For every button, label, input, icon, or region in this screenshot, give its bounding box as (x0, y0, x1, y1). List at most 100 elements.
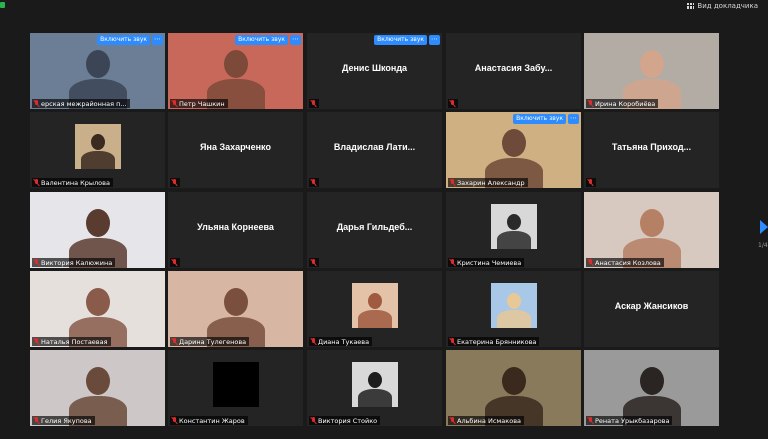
muted-microphone-icon (33, 338, 39, 345)
participant-avatar (74, 123, 121, 169)
participant-display-name: Яна Захарченко (200, 142, 271, 152)
participant-name-label: Валентина Крылова (41, 178, 110, 187)
participant-tile[interactable]: Виктория Калюжина (30, 192, 165, 268)
participant-video (30, 192, 165, 268)
participant-video (584, 33, 719, 109)
participant-nameplate: Дарина Тулегенова (170, 337, 250, 346)
person-silhouette (86, 50, 110, 78)
muted-microphone-icon (310, 417, 316, 424)
person-silhouette (224, 50, 248, 78)
muted-microphone-icon (310, 259, 316, 266)
security-shield-icon[interactable] (0, 2, 5, 8)
participant-name-label: Кристина Чемиева (457, 258, 522, 267)
next-page-arrow-icon[interactable] (760, 220, 768, 234)
participant-tile[interactable]: Яна Захарченко (168, 112, 303, 188)
participant-nameplate: Альбина Исмакова (448, 416, 525, 425)
participant-nameplate (448, 99, 458, 108)
participant-video (584, 192, 719, 268)
more-options-icon[interactable]: ⋯ (429, 35, 440, 45)
muted-microphone-icon (587, 259, 593, 266)
participant-tile[interactable]: Анастасия Козлова (584, 192, 719, 268)
participant-tile[interactable]: Анастасия Забу... (446, 33, 581, 109)
participant-display-name: Владислав Лати... (333, 142, 416, 152)
participant-nameplate (309, 178, 319, 187)
muted-microphone-icon (33, 179, 39, 186)
participant-display-name: Анастасия Забу... (474, 63, 553, 73)
muted-microphone-icon (449, 259, 455, 266)
participant-avatar (351, 282, 398, 328)
participant-name-label: Петр Чашкин (179, 99, 225, 108)
participant-name-label: Ирина Коробиёва (595, 99, 656, 108)
unmute-button[interactable]: Включить звук (374, 35, 427, 45)
muted-microphone-icon (587, 179, 593, 186)
person-silhouette (640, 367, 664, 395)
participant-nameplate: Рената Урыкбазарова (586, 416, 673, 425)
participant-video (30, 271, 165, 347)
participant-tile[interactable]: Кристина Чемиева (446, 192, 581, 268)
participant-video (446, 350, 581, 426)
participant-display-name: Татьяна Приход... (611, 142, 692, 152)
participant-tile[interactable]: Диана Тукаева (307, 271, 442, 347)
participant-tile[interactable]: Наталья Постаевая (30, 271, 165, 347)
participant-nameplate: Виктория Стойко (309, 416, 381, 425)
participant-tile[interactable]: Дарина Тулегенова (168, 271, 303, 347)
person-silhouette (90, 133, 105, 150)
participant-tile[interactable]: Екатерина Брянникова (446, 271, 581, 347)
unmute-button[interactable]: Включить звук (97, 35, 150, 45)
muted-microphone-icon (449, 338, 455, 345)
participant-tile[interactable]: Альбина Исмакова (446, 350, 581, 426)
muted-microphone-icon (310, 338, 316, 345)
muted-microphone-icon (587, 417, 593, 424)
speaker-view-label: Вид докладчика (697, 1, 758, 10)
participant-tile[interactable]: Константин Жаров (168, 350, 303, 426)
participant-name-label: Альбина Исмакова (457, 416, 522, 425)
participant-nameplate (170, 258, 180, 267)
participant-video (168, 271, 303, 347)
participant-tile[interactable]: Владислав Лати... (307, 112, 442, 188)
participant-tile[interactable]: Ирина Коробиёва (584, 33, 719, 109)
participant-avatar (490, 203, 537, 249)
participant-tile[interactable]: Гелия Якупова (30, 350, 165, 426)
participant-tile[interactable]: Денис Шконда Включить звук ⋯ (307, 33, 442, 109)
participant-tile[interactable]: Рената Урыкбазарова (584, 350, 719, 426)
participant-nameplate: Петр Чашкин (170, 99, 228, 108)
more-options-icon[interactable]: ⋯ (290, 35, 301, 45)
participant-tile[interactable]: Татьяна Приход... (584, 112, 719, 188)
muted-microphone-icon (33, 417, 39, 424)
unmute-button[interactable]: Включить звук (513, 114, 566, 124)
participant-tile[interactable]: Аскар Жансиков (584, 271, 719, 347)
participant-tile[interactable]: Валентина Крылова (30, 112, 165, 188)
participant-nameplate (170, 178, 180, 187)
participant-tile[interactable]: Включить звук ⋯ Захарин Александр (446, 112, 581, 188)
participant-tile[interactable]: Включить звук ⋯ ерская межрайонная п... (30, 33, 165, 109)
participant-name-label: Диана Тукаева (318, 337, 370, 346)
person-body (496, 309, 531, 328)
participant-tile[interactable]: Включить звук ⋯ Петр Чашкин (168, 33, 303, 109)
person-silhouette (367, 371, 382, 388)
speaker-view-button[interactable]: Вид докладчика (687, 0, 758, 11)
person-silhouette (506, 292, 521, 309)
unmute-button[interactable]: Включить звук (235, 35, 288, 45)
participant-tile[interactable]: Виктория Стойко (307, 350, 442, 426)
muted-microphone-icon (449, 179, 455, 186)
participant-avatar (351, 361, 398, 407)
more-options-icon[interactable]: ⋯ (152, 35, 163, 45)
more-options-icon[interactable]: ⋯ (568, 114, 579, 124)
participant-video (30, 350, 165, 426)
participant-display-name: Денис Шконда (341, 63, 408, 73)
person-body (496, 230, 531, 249)
participant-tile[interactable]: Дарья Гильдеб... (307, 192, 442, 268)
participant-nameplate: Виктория Калюжина (32, 258, 116, 267)
participant-tile[interactable]: Ульяна Корнеева (168, 192, 303, 268)
muted-microphone-icon (310, 179, 316, 186)
top-bar: Вид докладчика (0, 0, 768, 12)
muted-microphone-icon (171, 100, 177, 107)
participant-name-label: Виктория Калюжина (41, 258, 113, 267)
person-silhouette (506, 213, 521, 230)
person-body (357, 388, 392, 407)
participant-name-label: ерская межрайонная п... (41, 99, 127, 108)
participant-avatar (212, 361, 259, 407)
participant-name-label: Дарина Тулегенова (179, 337, 247, 346)
participant-name-label: Анастасия Козлова (595, 258, 661, 267)
participant-nameplate: ерская межрайонная п... (32, 99, 130, 108)
